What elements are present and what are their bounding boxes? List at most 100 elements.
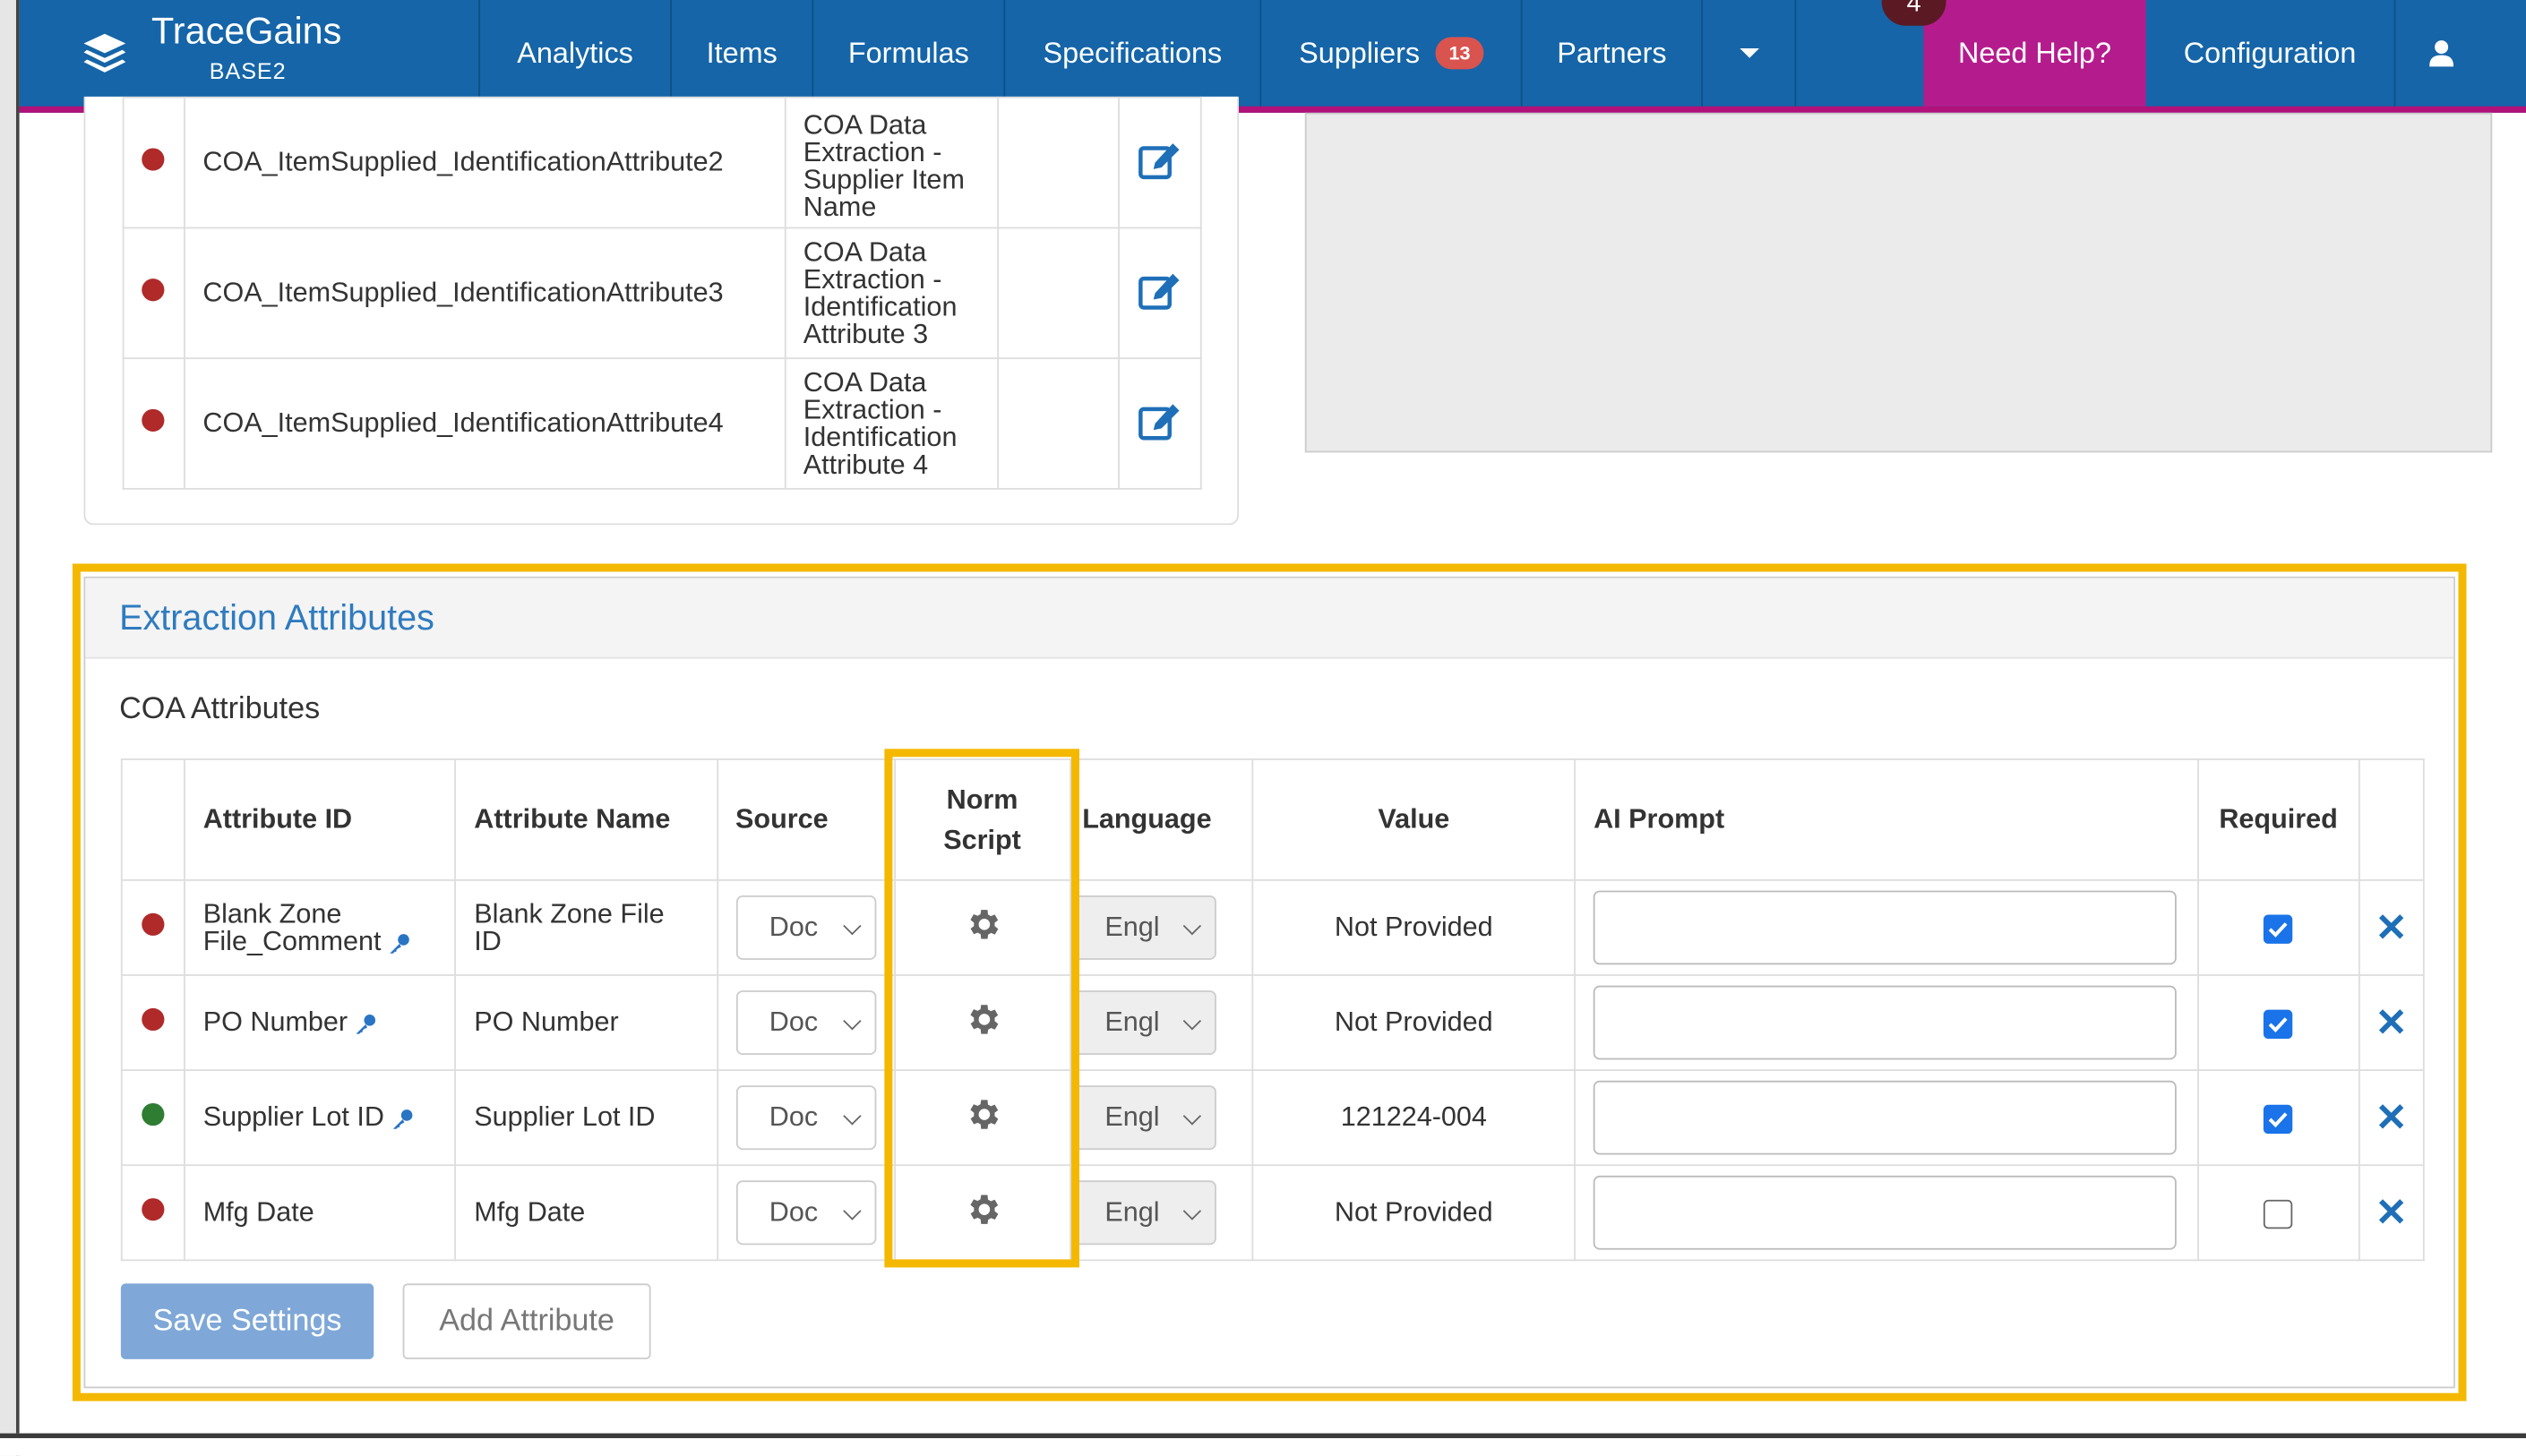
delete-header — [2358, 758, 2425, 881]
nav-partners[interactable]: Partners — [1520, 0, 1701, 107]
header-source: Source — [716, 758, 896, 881]
nav-formulas[interactable]: Formulas — [812, 0, 1003, 107]
delete-x-icon[interactable]: ✕ — [2376, 1191, 2408, 1235]
select-value: Doc — [769, 1101, 819, 1133]
chevron-down-icon — [842, 1202, 861, 1220]
required-checkbox[interactable] — [2264, 1008, 2293, 1039]
save-settings-button[interactable]: Save Settings — [120, 1283, 374, 1359]
attribute-id: COA_ItemSupplied_IdentificationAttribute… — [183, 96, 786, 229]
select-value: Doc — [769, 911, 819, 943]
edit-icon[interactable] — [1138, 268, 1182, 310]
delete-x-icon[interactable]: ✕ — [2376, 1001, 2408, 1045]
status-dot — [142, 148, 166, 171]
nav-label: Partners — [1557, 36, 1667, 69]
chevron-down-icon — [1182, 1012, 1201, 1031]
table-row: COA_ItemSupplied_IdentificationAttribute… — [122, 96, 1202, 229]
required-checkbox[interactable] — [2264, 913, 2293, 944]
table-row: COA_ItemSupplied_IdentificationAttribute… — [122, 227, 1202, 360]
table-row: PO Number PO Number Doc Engl Not Provide… — [120, 974, 2425, 1072]
nav-label: Suppliers — [1299, 36, 1421, 69]
table-header-row: Attribute ID Attribute Name Source Norm … — [120, 758, 2425, 881]
language-select[interactable]: Engl — [1070, 1085, 1216, 1151]
delete-x-icon[interactable]: ✕ — [2376, 906, 2408, 950]
add-attribute-button[interactable]: Add Attribute — [402, 1283, 651, 1359]
chevron-down-icon — [1182, 1107, 1201, 1126]
language-select[interactable]: Engl — [1070, 1180, 1216, 1246]
key-icon — [389, 933, 409, 953]
edit-icon[interactable] — [1138, 138, 1182, 180]
nav-analytics[interactable]: Analytics — [478, 0, 670, 107]
attribute-name: Blank Zone File ID — [454, 878, 718, 976]
window-bottom-edge — [0, 1433, 2526, 1456]
attribute-description: COA Data Extraction - Supplier Item Name — [784, 96, 999, 229]
attribute-name: Supplier Lot ID — [454, 1069, 718, 1167]
status-dot — [142, 1102, 165, 1126]
edit-icon[interactable] — [1138, 398, 1182, 441]
user-menu[interactable] — [2393, 0, 2487, 107]
attribute-description: COA Data Extraction - Identification Att… — [784, 357, 999, 490]
ai-prompt-input[interactable] — [1594, 985, 2178, 1060]
extracted-value: 121224-004 — [1251, 1069, 1577, 1167]
window-edge — [0, 0, 20, 1456]
header-norm-script: Norm Script — [893, 758, 1071, 881]
gear-icon[interactable] — [963, 1189, 1001, 1228]
instance-name: BASE2 — [209, 57, 287, 84]
section-title: Extraction Attributes — [85, 578, 2454, 659]
nav-suppliers[interactable]: Suppliers 13 — [1259, 0, 1520, 107]
help-label: Need Help? — [1958, 36, 2111, 69]
nav-label: Configuration — [2183, 36, 2357, 69]
language-select[interactable]: Engl — [1070, 895, 1216, 960]
header-required: Required — [2196, 758, 2360, 881]
select-value: Doc — [769, 1006, 819, 1038]
status-dot — [142, 1198, 165, 1221]
nav-configuration[interactable]: Configuration — [2146, 0, 2394, 107]
key-icon — [356, 1014, 375, 1033]
caret-down-icon — [1739, 47, 1759, 58]
attribute-description: COA Data Extraction - Identification Att… — [784, 227, 999, 360]
ai-prompt-input[interactable] — [1594, 1080, 2178, 1155]
gear-icon[interactable] — [963, 1094, 1001, 1133]
select-value: Engl — [1104, 1101, 1160, 1133]
table-row: Mfg Date Mfg Date Doc Engl Not Provided … — [120, 1164, 2425, 1262]
source-select[interactable]: Doc — [735, 895, 876, 960]
nav-label: Formulas — [847, 36, 969, 69]
check-icon — [2269, 1016, 2289, 1032]
source-select[interactable]: Doc — [735, 990, 876, 1056]
extracted-value: Not Provided — [1251, 974, 1577, 1072]
nav-label: Specifications — [1043, 36, 1223, 69]
attribute-id: COA_ItemSupplied_IdentificationAttribute… — [183, 357, 786, 490]
source-select[interactable]: Doc — [735, 1180, 876, 1246]
brand[interactable]: TraceGains BASE2 — [20, 0, 479, 107]
status-header — [120, 758, 185, 881]
check-icon — [2269, 1111, 2289, 1127]
need-help-button[interactable]: 4 Need Help? — [1881, 0, 2146, 107]
brand-name: TraceGains — [151, 9, 342, 52]
language-select[interactable]: Engl — [1070, 990, 1216, 1056]
extracted-value: Not Provided — [1251, 878, 1577, 976]
gear-icon[interactable] — [963, 999, 1001, 1038]
select-value: Engl — [1104, 1006, 1160, 1038]
source-select[interactable]: Doc — [735, 1085, 876, 1151]
key-icon — [391, 1109, 412, 1128]
ai-prompt-input[interactable] — [1594, 890, 2178, 965]
required-checkbox[interactable] — [2264, 1103, 2293, 1134]
check-icon — [2269, 921, 2289, 938]
attribute-name: Mfg Date — [454, 1164, 718, 1262]
header-attribute-name: Attribute Name — [454, 758, 718, 881]
ai-prompt-input[interactable] — [1594, 1175, 2178, 1250]
select-value: Engl — [1104, 911, 1160, 943]
attribute-id: PO Number — [202, 1006, 348, 1038]
required-checkbox[interactable] — [2264, 1199, 2293, 1229]
coa-attributes-table: Attribute ID Attribute Name Source Norm … — [120, 758, 2425, 1262]
delete-x-icon[interactable]: ✕ — [2376, 1096, 2408, 1140]
gear-icon[interactable] — [963, 904, 1001, 943]
nav-items[interactable]: Items — [670, 0, 812, 107]
header-language: Language — [1069, 758, 1254, 881]
user-icon — [2429, 40, 2454, 67]
section-subtitle: COA Attributes — [119, 692, 321, 727]
layers-logo-icon — [83, 33, 126, 73]
nav-more-dropdown[interactable] — [1701, 0, 1794, 107]
attribute-name: PO Number — [454, 974, 718, 1072]
nav-specifications[interactable]: Specifications — [1003, 0, 1259, 107]
chevron-down-icon — [842, 1012, 861, 1031]
